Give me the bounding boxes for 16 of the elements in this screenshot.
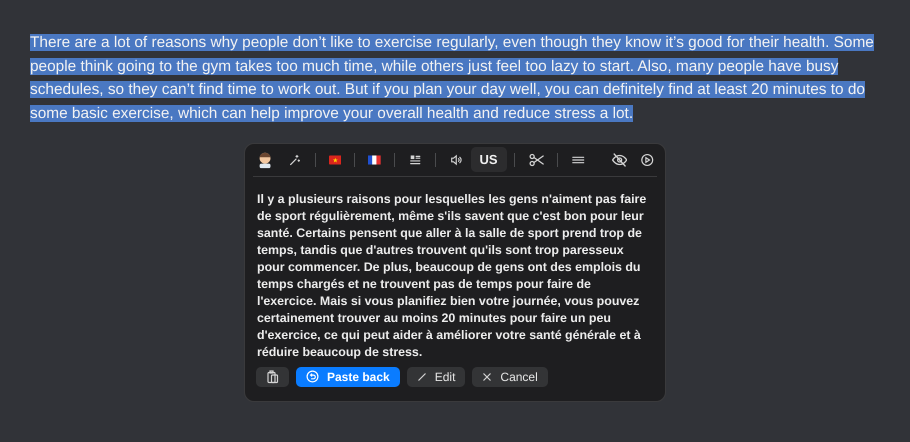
speaker-icon[interactable] (449, 152, 464, 168)
undo-circle-icon (306, 370, 319, 384)
voice-tab[interactable]: US (470, 147, 507, 172)
france-flag-icon[interactable] (368, 154, 381, 165)
clipboard-icon (266, 370, 280, 384)
paste-back-button[interactable]: Paste back (296, 366, 400, 387)
cancel-button[interactable]: Cancel (472, 366, 548, 387)
pencil-icon (416, 372, 427, 382)
eye-off-icon[interactable] (611, 152, 628, 168)
edit-button[interactable]: Edit (406, 366, 466, 387)
copy-button[interactable] (256, 366, 289, 387)
translation-text: Il y a plusieurs raisons pour lesquelles les gens n'aiment pas faire de sport régulièrement, même s'ils savent que c'est bon pour leur santé. Certains pensent que aller à la salle de sport prend trop de temps, tandis que d'autres trouvent qu'ils sont trop paresseux pour commencer. De plus, beaucoup de gens ont des emplois du temps chargés et ne trouvent pas de temps pour faire de l'exercice. Mais si vous planifiez bien votre journée, vous pouvez certainement trouver au moins 20 minutes pour faire un peu d'exercice, ce qui peut aider à améliorer votre santé générale et à réduire beaucoup de stress. (257, 190, 648, 361)
scissors-icon[interactable] (528, 152, 544, 168)
play-settings-icon[interactable] (640, 152, 655, 168)
close-icon (482, 372, 492, 382)
vietnam-flag-icon[interactable] (328, 154, 342, 165)
